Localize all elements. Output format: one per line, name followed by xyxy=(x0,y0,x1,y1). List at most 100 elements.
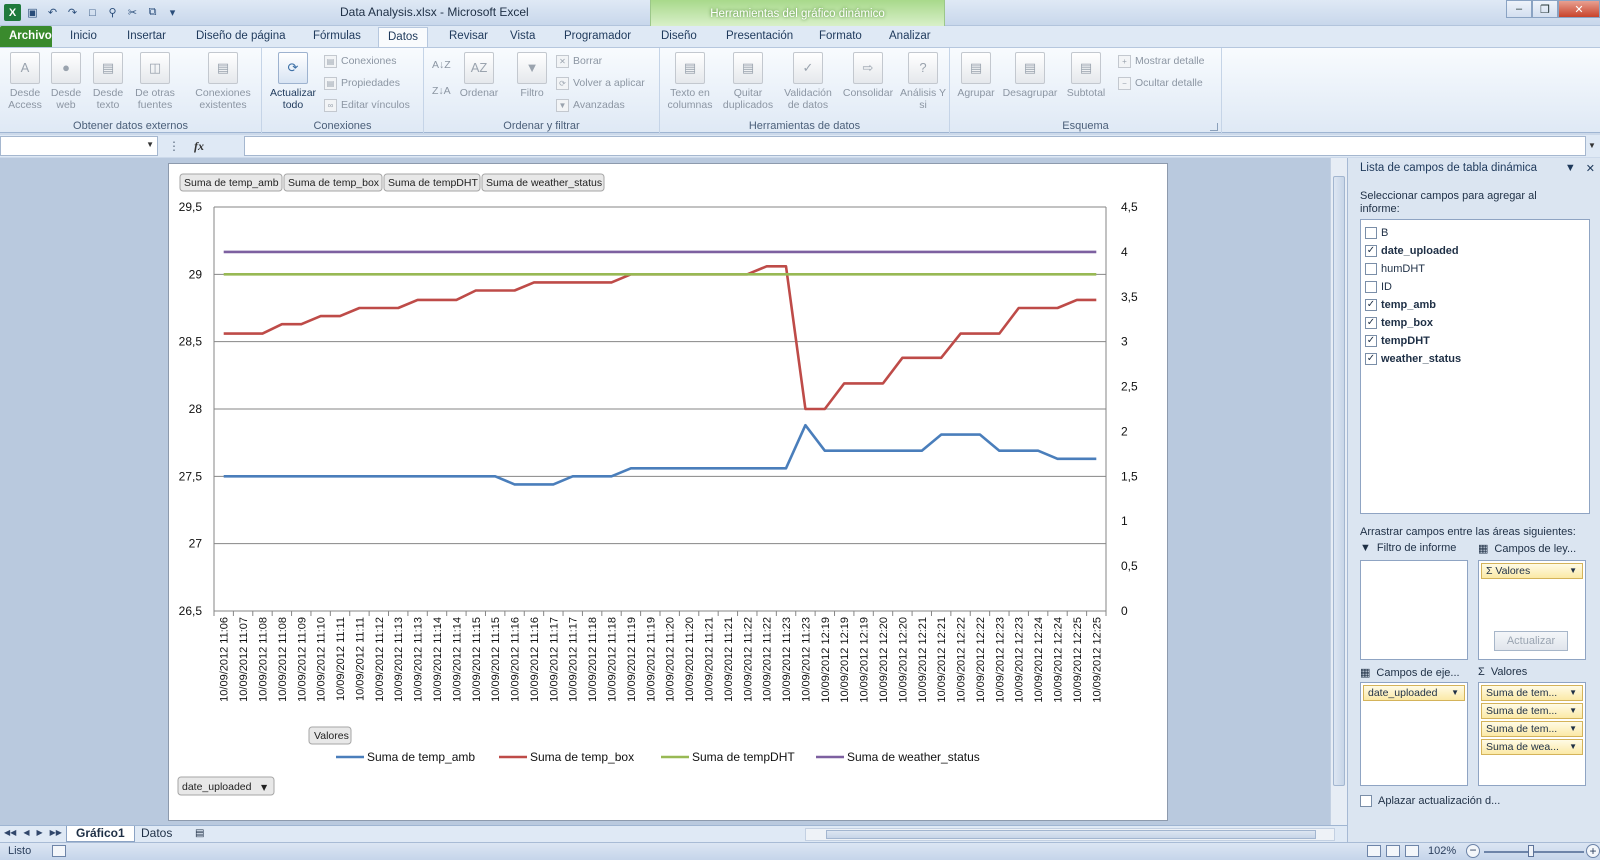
macro-record-icon[interactable] xyxy=(52,845,66,857)
name-box[interactable]: ▼ xyxy=(0,136,158,156)
update-button[interactable]: Actualizar xyxy=(1494,631,1568,651)
otras-fuentes-button[interactable]: ◫ De otras fuentes xyxy=(130,52,180,111)
panel-menu-icon[interactable]: ▼ xyxy=(1565,162,1576,175)
sort-az-button[interactable]: A↓Z xyxy=(432,56,451,74)
formula-input[interactable] xyxy=(244,136,1586,156)
editar-vinculos-button[interactable]: ∞ Editar vínculos xyxy=(324,96,410,114)
tab-presentacion[interactable]: Presentación xyxy=(717,27,802,47)
borrar-button[interactable]: ✕ Borrar xyxy=(556,52,602,70)
next-sheet-icon[interactable]: ▶ xyxy=(36,828,42,837)
field-weather-status[interactable]: ✓ weather_status xyxy=(1365,350,1461,367)
field-checkbox[interactable] xyxy=(1365,280,1377,293)
insert-function-icon[interactable]: fx xyxy=(194,139,204,154)
close-icon[interactable]: ✕ xyxy=(1558,0,1600,18)
chip-dropdown-icon[interactable]: ▼ xyxy=(1569,686,1577,700)
legend-chip-valores[interactable]: Σ Valores ▼ xyxy=(1481,563,1583,579)
name-box-dropdown-icon[interactable]: ▼ xyxy=(146,140,154,149)
tab-revisar[interactable]: Revisar xyxy=(440,27,497,47)
chip-dropdown-icon[interactable]: ▼ xyxy=(1569,740,1577,754)
expand-formula-bar-icon[interactable]: ▼ xyxy=(1586,136,1598,156)
field-temp-amb[interactable]: ✓ temp_amb xyxy=(1365,296,1436,313)
axis-chip-date-uploaded[interactable]: date_uploaded ▼ xyxy=(1363,685,1465,701)
values-area[interactable]: Suma de tem... ▼ Suma de tem... ▼ Suma de … xyxy=(1478,682,1586,786)
page-layout-view-icon[interactable] xyxy=(1386,845,1400,857)
actualizar-todo-button[interactable]: ⟳ Actualizar todo xyxy=(266,52,320,111)
ocultar-detalle-button[interactable]: − Ocultar detalle xyxy=(1118,74,1203,92)
tab-vista[interactable]: Vista xyxy=(501,27,544,47)
quitar-duplicados-button[interactable]: ▤ Quitar duplicados xyxy=(720,52,776,111)
zoom-slider[interactable] xyxy=(1484,851,1584,853)
sheet-tab-datos[interactable]: Datos xyxy=(132,826,181,842)
conexiones-button[interactable]: ▤ Conexiones xyxy=(324,52,396,70)
zoom-slider-knob[interactable] xyxy=(1528,845,1534,857)
print-preview-icon[interactable]: ⚲ xyxy=(104,4,121,21)
chip-dropdown-icon[interactable]: ▼ xyxy=(1569,564,1577,578)
excel-logo-icon[interactable]: X xyxy=(4,4,21,21)
desde-web-button[interactable]: ● Desde web xyxy=(44,52,88,111)
subtotal-button[interactable]: ▤ Subtotal xyxy=(1062,52,1110,99)
tab-inicio[interactable]: Inicio xyxy=(61,27,106,47)
prev-sheet-icon[interactable]: ◀ xyxy=(23,828,29,837)
value-chip[interactable]: Suma de tem... ▼ xyxy=(1481,721,1583,737)
axis-fields-area[interactable]: date_uploaded ▼ xyxy=(1360,682,1468,786)
desde-texto-button[interactable]: ▤ Desde texto xyxy=(86,52,130,111)
insert-sheet-icon[interactable]: ▤ xyxy=(186,826,213,842)
field-checkbox[interactable]: ✓ xyxy=(1365,244,1377,257)
new-document-icon[interactable]: □ xyxy=(84,4,101,21)
desde-access-button[interactable]: A Desde Access xyxy=(3,52,47,111)
zoom-out-icon[interactable]: − xyxy=(1466,844,1480,858)
tab-datos[interactable]: Datos xyxy=(378,27,429,47)
chip-dropdown-icon[interactable]: ▼ xyxy=(1451,686,1459,700)
field-checkbox[interactable] xyxy=(1365,226,1377,239)
tab-insertar[interactable]: Insertar xyxy=(118,27,175,47)
field-checkbox[interactable]: ✓ xyxy=(1365,316,1377,329)
defer-update-checkbox[interactable] xyxy=(1360,795,1372,807)
zoom-in-icon[interactable]: + xyxy=(1586,844,1600,858)
vertical-scrollbar[interactable] xyxy=(1330,158,1347,825)
redo-icon[interactable]: ↷ xyxy=(64,4,81,21)
scroll-thumb[interactable] xyxy=(1333,176,1345,786)
sort-za-button[interactable]: Z↓A xyxy=(432,82,451,100)
normal-view-icon[interactable] xyxy=(1367,845,1381,857)
filtro-button[interactable]: ▼ Filtro xyxy=(510,52,554,99)
save-icon[interactable]: ▣ xyxy=(24,4,41,21)
undo-icon[interactable]: ↶ xyxy=(44,4,61,21)
propiedades-button[interactable]: ▤ Propiedades xyxy=(324,74,400,92)
agrupar-button[interactable]: ▤ Agrupar xyxy=(954,52,998,99)
tab-diseno-pagina[interactable]: Diseño de página xyxy=(187,27,295,47)
field-checkbox[interactable]: ✓ xyxy=(1365,334,1377,347)
analisis-y-si-button[interactable]: ? Análisis Y si xyxy=(900,52,946,111)
field-b[interactable]: B xyxy=(1365,224,1388,241)
hscroll-thumb[interactable] xyxy=(826,830,1316,839)
customize-qat-icon[interactable]: ▾ xyxy=(164,4,181,21)
tab-analizar[interactable]: Analizar xyxy=(880,27,940,47)
zoom-level[interactable]: 102% xyxy=(1428,845,1456,857)
field-temp-box[interactable]: ✓ temp_box xyxy=(1365,314,1433,331)
value-chip[interactable]: Suma de tem... ▼ xyxy=(1481,685,1583,701)
tab-formato[interactable]: Formato xyxy=(810,27,871,47)
field-id[interactable]: ID xyxy=(1365,278,1392,295)
sheet-tab-grafico1[interactable]: Gráfico1 xyxy=(66,826,135,842)
volver-aplicar-button[interactable]: ⟳ Volver a aplicar xyxy=(556,74,645,92)
texto-columnas-button[interactable]: ▤ Texto en columnas xyxy=(664,52,716,111)
value-chip[interactable]: Suma de wea... ▼ xyxy=(1481,739,1583,755)
tab-archivo[interactable]: Archivo xyxy=(0,26,52,47)
horizontal-scrollbar[interactable] xyxy=(805,828,1335,841)
field-tempdht[interactable]: ✓ tempDHT xyxy=(1365,332,1430,349)
first-sheet-icon[interactable]: ◀◀ xyxy=(4,828,16,837)
value-chip[interactable]: Suma de tem... ▼ xyxy=(1481,703,1583,719)
restore-icon[interactable]: ❐ xyxy=(1532,0,1558,18)
field-checkbox[interactable]: ✓ xyxy=(1365,298,1377,311)
panel-close-icon[interactable]: ✕ xyxy=(1586,162,1595,175)
tab-formulas[interactable]: Fórmulas xyxy=(304,27,370,47)
page-break-view-icon[interactable] xyxy=(1405,845,1419,857)
field-date-uploaded[interactable]: ✓ date_uploaded xyxy=(1365,242,1459,259)
field-humdht[interactable]: humDHT xyxy=(1365,260,1425,277)
chip-dropdown-icon[interactable]: ▼ xyxy=(1569,704,1577,718)
report-filter-area[interactable] xyxy=(1360,560,1468,660)
cut-icon[interactable]: ✂ xyxy=(124,4,141,21)
field-checkbox[interactable] xyxy=(1365,262,1377,275)
minimize-icon[interactable]: – xyxy=(1506,0,1532,18)
chip-dropdown-icon[interactable]: ▼ xyxy=(1569,722,1577,736)
tab-diseno[interactable]: Diseño xyxy=(652,27,706,47)
